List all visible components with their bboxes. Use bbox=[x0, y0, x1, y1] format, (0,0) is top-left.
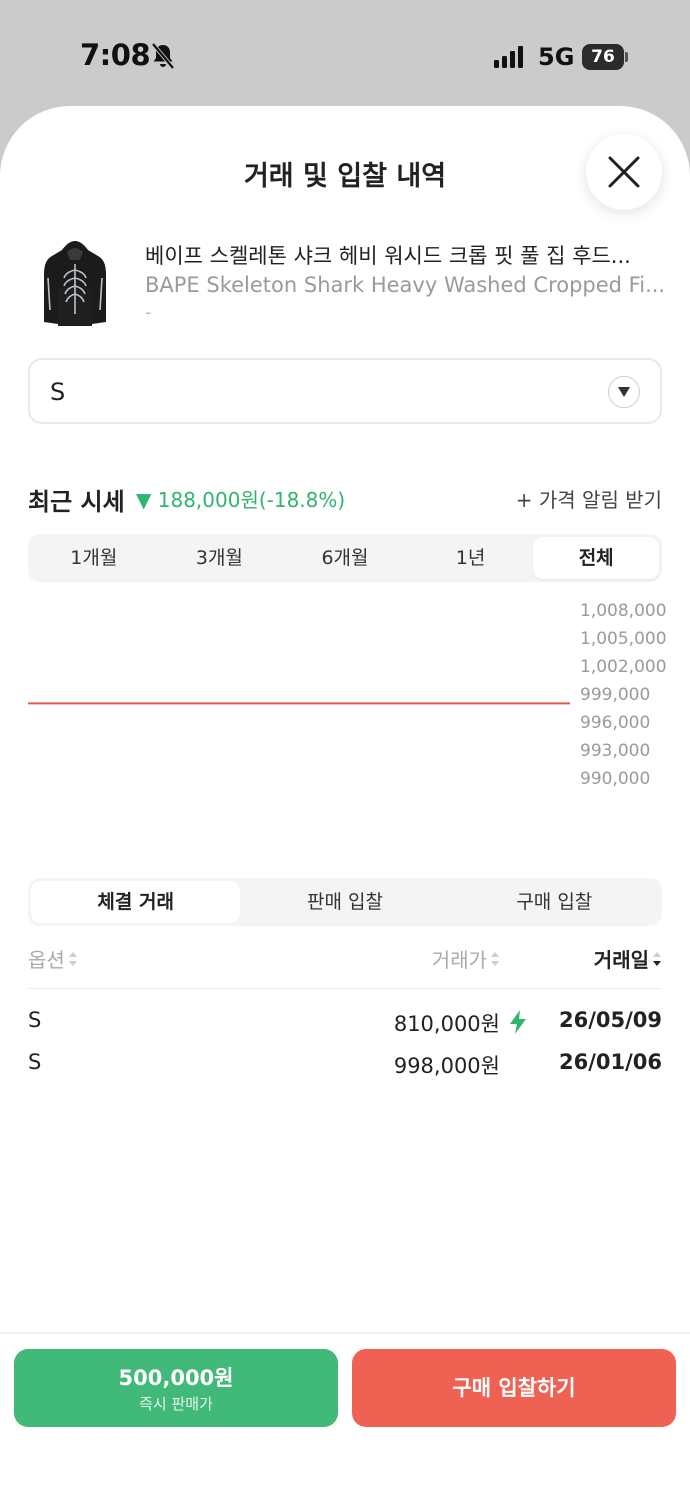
table-row: S 998,000원 26/01/06 bbox=[28, 1050, 662, 1080]
recent-price-change: ▼ 188,000원(-18.8%) bbox=[136, 488, 346, 512]
trade-tabs: 체결 거래 판매 입찰 구매 입찰 bbox=[28, 878, 662, 926]
column-header-date[interactable]: 거래일 bbox=[594, 944, 662, 973]
period-tab[interactable]: 1개월 bbox=[31, 537, 157, 579]
y-tick-label: 1,002,000 bbox=[580, 657, 667, 677]
close-button[interactable] bbox=[586, 134, 662, 210]
y-tick-label: 993,000 bbox=[580, 741, 650, 761]
period-tab[interactable]: 3개월 bbox=[157, 537, 283, 579]
instant-sell-button[interactable]: 500,000원 즉시 판매가 bbox=[14, 1349, 338, 1427]
product-image bbox=[44, 241, 106, 326]
network-type: 5G bbox=[538, 43, 575, 71]
battery-level: 76 bbox=[582, 44, 624, 70]
price-chart: 1,008,000 1,005,000 1,002,000 999,000 996,00… bbox=[28, 601, 667, 789]
product-name-korean: 베이프 스켈레톤 샤크 헤비 워시드 크롭 핏 풀 집 후드... bbox=[145, 244, 631, 268]
sort-icon bbox=[68, 951, 77, 966]
y-tick-label: 996,000 bbox=[580, 713, 650, 733]
price-alert-button[interactable]: + 가격 알림 받기 bbox=[516, 484, 662, 513]
period-tabs: 1개월 3개월 6개월 1년 전체 bbox=[28, 534, 662, 582]
instant-sell-price: 500,000원 bbox=[118, 1366, 234, 1390]
y-tick-label: 1,008,000 bbox=[580, 601, 667, 621]
period-tab[interactable]: 6개월 bbox=[282, 537, 408, 579]
column-header-option[interactable]: 옵션 bbox=[28, 944, 78, 973]
row-date: 26/05/09 bbox=[558, 1008, 662, 1032]
sort-desc-icon bbox=[653, 951, 661, 966]
period-tab[interactable]: 1년 bbox=[408, 537, 534, 579]
status-time: 7:08 bbox=[80, 38, 151, 72]
bell-muted-icon bbox=[151, 42, 175, 70]
column-header-date-label: 거래일 bbox=[593, 948, 649, 972]
cellular-signal-icon bbox=[494, 46, 523, 68]
column-header-price-label: 거래가 bbox=[431, 948, 487, 972]
size-select-value: S bbox=[50, 378, 66, 406]
table-divider bbox=[28, 988, 662, 989]
row-date: 26/01/06 bbox=[558, 1050, 662, 1074]
bottom-divider bbox=[0, 1332, 690, 1334]
buy-bid-button[interactable]: 구매 입찰하기 bbox=[352, 1349, 676, 1427]
lightning-bolt-icon bbox=[510, 1010, 526, 1034]
row-price: 810,000원 bbox=[393, 1012, 500, 1036]
y-tick-label: 999,000 bbox=[580, 685, 650, 705]
y-tick-label: 990,000 bbox=[580, 769, 650, 789]
row-option: S bbox=[28, 1008, 42, 1032]
status-bar: 7:08 5G 76 bbox=[0, 0, 690, 108]
row-price: 998,000원 bbox=[393, 1054, 500, 1078]
trade-tab[interactable]: 판매 입찰 bbox=[240, 881, 449, 923]
product-name-english: BAPE Skeleton Shark Heavy Washed Cropped… bbox=[145, 273, 665, 297]
trade-history-sheet: 거래 및 입찰 내역 베이프 스켈레톤 샤크 헤비 워시드 크롭 핏 풀 집 후… bbox=[0, 106, 690, 1500]
period-tab[interactable]: 전체 bbox=[533, 537, 659, 579]
trade-tab[interactable]: 구매 입찰 bbox=[450, 881, 659, 923]
battery-icon: 76 bbox=[582, 44, 628, 70]
y-tick-label: 1,005,000 bbox=[580, 629, 667, 649]
recent-price-label: 최근 시세 bbox=[28, 488, 125, 516]
product-subtitle: - bbox=[145, 302, 152, 323]
instant-sell-label: 즉시 판매가 bbox=[139, 1395, 213, 1413]
column-header-option-label: 옵션 bbox=[28, 948, 65, 972]
sort-icon bbox=[491, 951, 499, 966]
close-icon bbox=[608, 156, 640, 188]
trade-tab[interactable]: 체결 거래 bbox=[31, 881, 241, 923]
row-option: S bbox=[28, 1050, 42, 1074]
dropdown-arrow-icon bbox=[608, 376, 640, 408]
table-row: S 810,000원 26/05/09 bbox=[28, 1008, 662, 1038]
column-header-price[interactable]: 거래가 bbox=[432, 944, 500, 973]
size-select[interactable]: S bbox=[28, 358, 662, 424]
